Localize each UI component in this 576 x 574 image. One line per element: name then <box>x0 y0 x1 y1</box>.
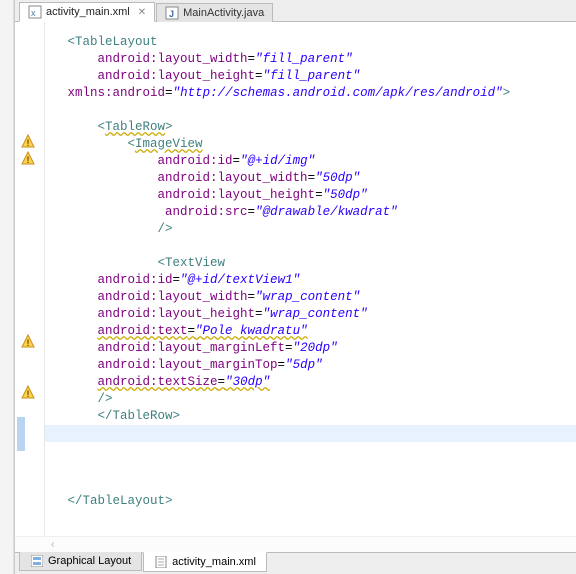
layout-icon <box>30 554 44 568</box>
svg-text:!: ! <box>27 155 30 165</box>
editor-tabs: x activity_main.xml ✕ J MainActivity.jav… <box>15 0 576 22</box>
horizontal-scroll-hint[interactable]: ‹ <box>15 536 576 552</box>
svg-text:J: J <box>169 9 174 19</box>
xml-file-icon: x <box>28 5 42 19</box>
tab-graphical-layout[interactable]: Graphical Layout <box>19 552 142 571</box>
file-icon <box>154 555 168 569</box>
svg-text:!: ! <box>27 138 30 148</box>
tab-label: activity_main.xml <box>46 6 130 18</box>
svg-text:x: x <box>31 8 36 18</box>
tab-activity-main-xml[interactable]: x activity_main.xml ✕ <box>19 2 155 22</box>
editor-bottom-tabs: Graphical Layout activity_main.xml <box>15 552 576 574</box>
warning-icon[interactable]: ! <box>21 385 35 399</box>
code-area[interactable]: <TableLayout android:layout_width="fill_… <box>45 22 576 536</box>
warning-icon[interactable]: ! <box>21 134 35 148</box>
editor-body: !!!! <TableLayout android:layout_width="… <box>15 22 576 536</box>
warning-icon[interactable]: ! <box>21 151 35 165</box>
svg-text:!: ! <box>27 338 30 348</box>
tab-label: MainActivity.java <box>183 7 264 19</box>
tab-label: activity_main.xml <box>172 556 256 568</box>
editor-gutter: !!!! <box>15 22 45 536</box>
java-file-icon: J <box>165 6 179 20</box>
close-icon[interactable]: ✕ <box>138 7 146 18</box>
tab-source-xml[interactable]: activity_main.xml <box>143 552 267 572</box>
tab-label: Graphical Layout <box>48 555 131 567</box>
editor-pane: x activity_main.xml ✕ J MainActivity.jav… <box>14 0 576 574</box>
window-left-gutter <box>0 0 14 574</box>
svg-text:!: ! <box>27 389 30 399</box>
change-bar <box>17 417 25 451</box>
warning-icon[interactable]: ! <box>21 334 35 348</box>
tab-main-activity-java[interactable]: J MainActivity.java <box>156 3 273 22</box>
